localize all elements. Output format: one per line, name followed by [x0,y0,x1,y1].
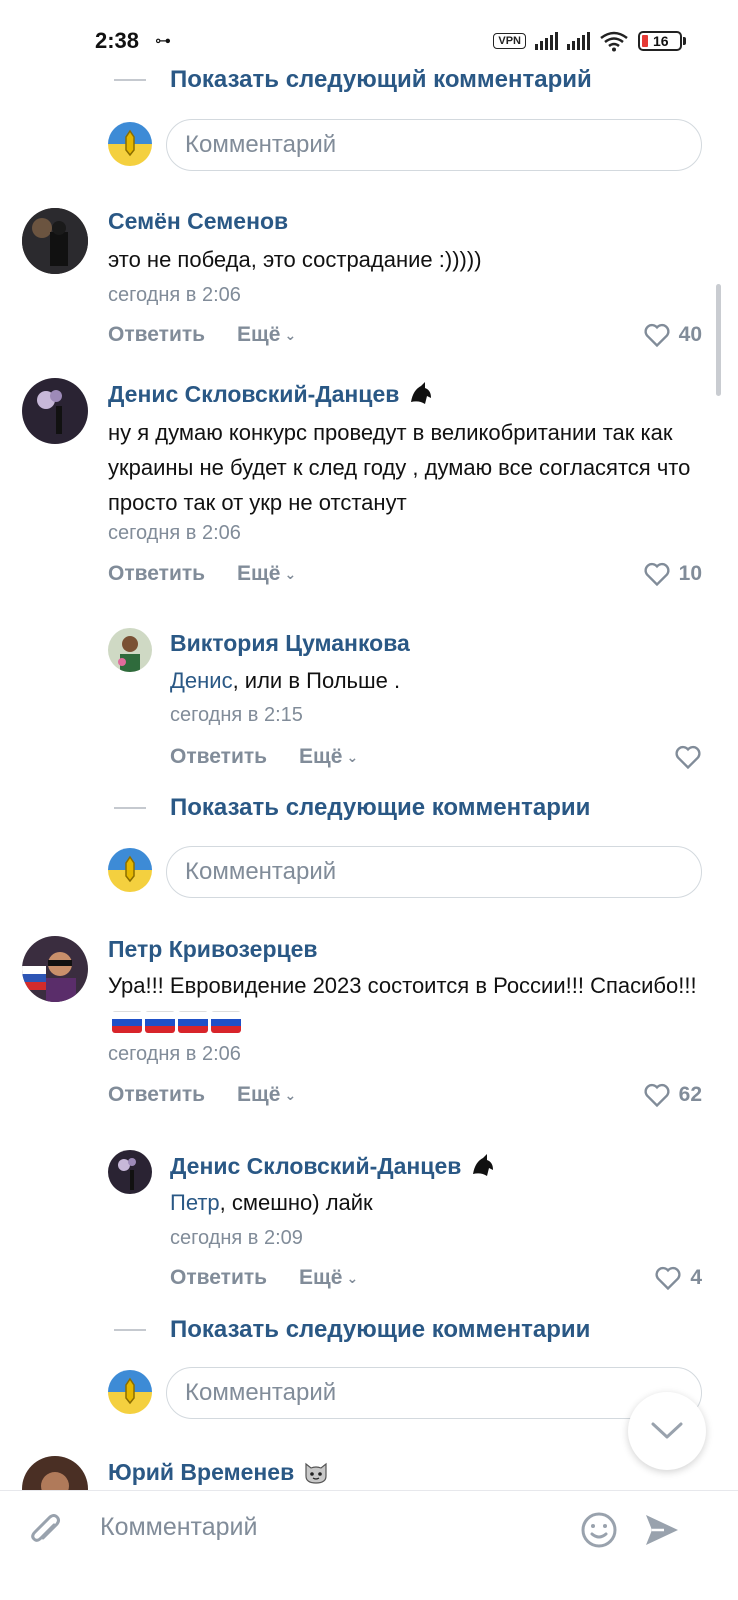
russian-flags-emoji [112,1011,241,1034]
dragon-badge-icon [469,1152,497,1180]
battery-icon: 16 [638,31,686,51]
like-button[interactable]: 4 [654,1265,702,1291]
show-next-comment[interactable]: Показать следующий комментарий [114,66,592,94]
flag-icon [178,1011,208,1034]
mention-link[interactable]: Денис [170,668,233,693]
heart-icon [675,745,701,770]
wifi-icon [600,31,628,52]
bottom-compose-bar: Комментарий [0,1490,738,1600]
flag-icon [112,1011,142,1034]
key-icon: ⊶ [155,33,171,50]
my-avatar [108,848,152,892]
comment-actions: Ответить Ещё ⌄ [170,745,358,769]
more-button[interactable]: Ещё ⌄ [299,745,358,769]
comment-actions: Ответить Ещё ⌄ [108,562,296,586]
comment-time: сегодня в 2:06 [108,1043,241,1065]
like-count: 4 [690,1266,702,1289]
show-next-comments[interactable]: Показать следующие комментарии [114,794,590,822]
bottom-comment-input[interactable]: Комментарий [100,1513,257,1542]
reply-button[interactable]: Ответить [108,562,205,586]
more-button[interactable]: Ещё ⌄ [237,1083,296,1107]
scroll-down-button[interactable] [628,1392,706,1470]
more-button[interactable]: Ещё ⌄ [299,1266,358,1290]
heart-icon [644,1083,670,1108]
like-button[interactable]: 40 [643,322,702,348]
battery-level: 16 [653,33,669,49]
comment-input[interactable]: Комментарий [166,846,702,898]
comment-input[interactable]: Комментарий [166,119,702,171]
heart-icon [644,562,670,587]
reply-button[interactable]: Ответить [170,1266,267,1290]
comment-text: это не победа, это сострадание :))))) [108,247,482,272]
like-count: 62 [678,1083,702,1106]
avatar[interactable] [22,208,88,274]
send-icon[interactable] [642,1511,682,1549]
comment-actions: Ответить Ещё ⌄ [108,323,296,347]
dragon-badge-icon [407,380,435,408]
status-bar: 2:38 ⊶ VPN 16 [0,0,738,68]
comment-author[interactable]: Денис Скловский-Данцев [108,380,435,408]
avatar[interactable] [108,1150,152,1194]
more-button[interactable]: Ещё ⌄ [237,323,296,347]
signal-icon [535,32,558,50]
comment-time: сегодня в 2:06 [108,522,241,544]
vpn-icon: VPN [493,33,526,49]
flag-icon [211,1011,241,1034]
reply-button[interactable]: Ответить [108,1083,205,1107]
comment-author[interactable]: Семён Семенов [108,208,288,235]
signal-icon-2 [567,32,590,50]
comment-text: ну я думаю конкурс проведут в великобрит… [108,420,691,515]
heart-icon [644,323,670,348]
my-avatar [108,1370,152,1414]
comment-text: Петр, смешно) лайк [170,1190,373,1215]
comment-author[interactable]: Денис Скловский-Данцев [170,1152,497,1180]
like-count: 10 [678,562,702,585]
comment-input[interactable]: Комментарий [166,1367,702,1419]
status-icons: VPN 16 [493,30,686,52]
show-next-comment-label: Показать следующий комментарий [170,66,592,93]
flag-icon [145,1011,175,1034]
attach-icon[interactable] [26,1511,66,1551]
comment-input-placeholder: Комментарий [185,858,337,885]
my-avatar [108,122,152,166]
reply-button[interactable]: Ответить [170,745,267,769]
show-next-comments-label: Показать следующие комментарии [170,1316,591,1343]
chevron-down-icon: ⌄ [284,1086,297,1103]
comment-text: Ура!!! Евровидение 2023 состоится в Росс… [108,968,708,1038]
chevron-down-icon: ⌄ [284,565,297,582]
scrollbar[interactable] [716,284,721,396]
reply-button[interactable]: Ответить [108,323,205,347]
comment-author[interactable]: Юрий Временев [108,1458,330,1486]
show-next-comments[interactable]: Показать следующие комментарии [114,1316,590,1344]
comment-text: Денис, или в Польше . [170,668,401,693]
like-button[interactable]: 10 [643,561,702,587]
chevron-down-icon [651,1422,683,1439]
show-next-comments-label: Показать следующие комментарии [170,794,591,821]
chevron-down-icon: ⌄ [346,748,359,765]
mention-link[interactable]: Петр [170,1190,220,1215]
avatar[interactable] [22,378,88,444]
emoji-icon[interactable] [580,1511,618,1549]
comment-actions: Ответить Ещё ⌄ [108,1083,296,1107]
like-count: 40 [678,323,702,346]
comment-time: сегодня в 2:09 [170,1227,303,1249]
chevron-down-icon: ⌄ [346,1269,359,1286]
like-button[interactable] [674,744,702,770]
comment-author[interactable]: Петр Кривозерцев [108,936,318,963]
avatar[interactable] [108,628,152,672]
heart-icon [655,1266,681,1291]
comment-time: сегодня в 2:06 [108,284,241,306]
more-button[interactable]: Ещё ⌄ [237,562,296,586]
avatar[interactable] [22,936,88,1002]
status-time: 2:38 [95,28,140,53]
comment-actions: Ответить Ещё ⌄ [170,1266,358,1290]
chevron-down-icon: ⌄ [284,326,297,343]
like-button[interactable]: 62 [643,1082,702,1108]
comment-input-placeholder: Комментарий [185,131,337,158]
comment-time: сегодня в 2:15 [170,704,303,726]
cat-face-icon [302,1458,330,1486]
comment-author[interactable]: Виктория Цуманкова [170,630,410,657]
comment-input-placeholder: Комментарий [185,1379,337,1406]
